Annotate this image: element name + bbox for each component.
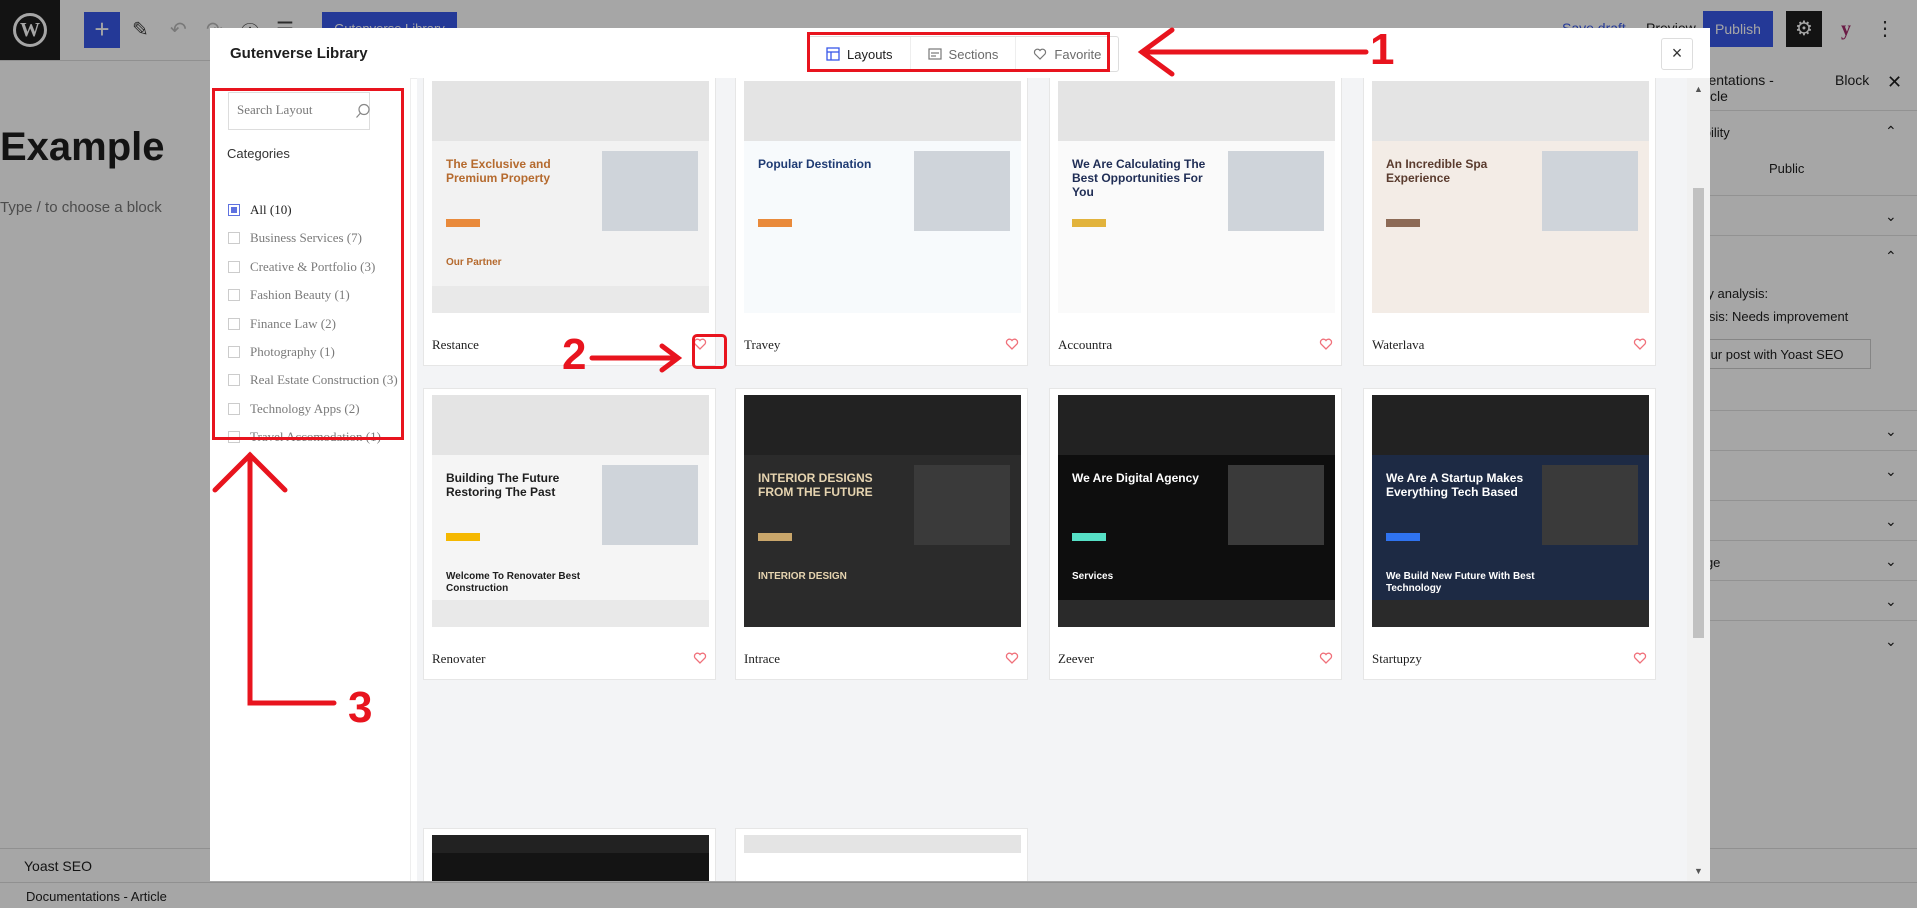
preview-strip bbox=[432, 286, 709, 313]
layout-preview-image[interactable]: The Exclusive and Premium Property Our Pa… bbox=[432, 81, 709, 313]
layout-preview-image[interactable]: Popular Destination bbox=[744, 81, 1021, 313]
layout-preview-image[interactable]: Building The Future Restoring The Past We… bbox=[432, 395, 709, 627]
gutenverse-library-modal: Gutenverse Library Layouts Sections Favo… bbox=[210, 28, 1710, 881]
layout-preview-image[interactable]: We Are Calculating The Best Opportunitie… bbox=[1058, 81, 1335, 313]
modal-title: Gutenverse Library bbox=[230, 45, 368, 62]
preview-headline: We Are A Startup Makes Everything Tech B… bbox=[1386, 471, 1524, 499]
preview-subheading: Welcome To Renovater Best Construction bbox=[446, 571, 581, 594]
layout-card[interactable]: The Exclusive and Premium Property Our Pa… bbox=[423, 78, 716, 366]
preview-strip bbox=[1372, 600, 1649, 627]
preview-headline: An Incredible Spa Experience bbox=[1386, 157, 1488, 185]
preview-hero bbox=[432, 81, 709, 141]
annotation-number: 2 bbox=[562, 330, 587, 379]
layout-name: Waterlava bbox=[1372, 337, 1425, 352]
preview-hero bbox=[744, 395, 1021, 455]
preview-headline: INTERIOR DESIGNS FROM THE FUTURE bbox=[758, 471, 873, 499]
preview-image-block bbox=[1542, 151, 1638, 231]
preview-image-block bbox=[1228, 465, 1324, 545]
preview-hero bbox=[432, 395, 709, 455]
annotation-box-filter bbox=[212, 88, 404, 440]
preview-button bbox=[1386, 533, 1420, 541]
preview-headline: The Exclusive and Premium Property bbox=[446, 157, 551, 185]
annotation-box-tabs bbox=[807, 32, 1110, 72]
layout-card[interactable]: An Incredible Spa Experience Waterlava bbox=[1363, 78, 1656, 366]
scroll-thumb[interactable] bbox=[1693, 188, 1704, 638]
layout-name: Renovater bbox=[432, 651, 486, 666]
layout-card[interactable]: We Are A Startup Makes Everything Tech B… bbox=[1363, 388, 1656, 680]
layout-name: Zeever bbox=[1058, 651, 1095, 666]
annotation-box-heart bbox=[692, 334, 727, 369]
preview-hero bbox=[1058, 395, 1335, 455]
preview-image-block bbox=[914, 151, 1010, 231]
preview-button bbox=[446, 533, 480, 541]
annotation-number: 1 bbox=[1370, 25, 1395, 74]
favorite-heart-icon[interactable] bbox=[693, 651, 707, 665]
preview-strip bbox=[1058, 600, 1335, 627]
layout-card[interactable] bbox=[735, 828, 1028, 881]
preview-hero bbox=[744, 835, 1021, 853]
scroll-up-icon[interactable]: ▲ bbox=[1694, 84, 1703, 94]
preview-image-block bbox=[914, 465, 1010, 545]
layout-card[interactable]: We Are Calculating The Best Opportunitie… bbox=[1049, 78, 1342, 366]
annotation-number: 3 bbox=[348, 683, 373, 732]
layout-preview-image[interactable]: We Are A Startup Makes Everything Tech B… bbox=[1372, 395, 1649, 627]
layout-preview-image[interactable] bbox=[744, 835, 1021, 881]
preview-strip bbox=[744, 600, 1021, 627]
layout-grid: The Exclusive and Premium Property Our Pa… bbox=[417, 78, 1687, 881]
favorite-heart-icon[interactable] bbox=[1633, 337, 1647, 351]
layout-name: Intrace bbox=[744, 651, 781, 666]
layout-name: Restance bbox=[432, 337, 479, 352]
layout-name: Travey bbox=[744, 337, 781, 352]
preview-headline: We Are Digital Agency bbox=[1072, 471, 1199, 485]
layout-card[interactable]: Popular Destination Travey bbox=[735, 78, 1028, 366]
preview-button bbox=[758, 219, 792, 227]
layout-preview-image[interactable]: We Are Digital Agency Services bbox=[1058, 395, 1335, 627]
favorite-heart-icon[interactable] bbox=[1319, 651, 1333, 665]
layout-preview-image[interactable]: INTERIOR DESIGNS FROM THE FUTURE INTERIOR… bbox=[744, 395, 1021, 627]
layout-preview-image[interactable]: An Incredible Spa Experience bbox=[1372, 81, 1649, 313]
preview-image-block bbox=[602, 151, 698, 231]
preview-button bbox=[758, 533, 792, 541]
scroll-down-icon[interactable]: ▼ bbox=[1694, 866, 1703, 876]
preview-hero bbox=[744, 81, 1021, 141]
preview-hero bbox=[432, 835, 709, 853]
preview-image-block bbox=[1542, 465, 1638, 545]
preview-hero bbox=[1058, 81, 1335, 141]
layout-name: Startupzy bbox=[1372, 651, 1422, 666]
layout-card[interactable] bbox=[423, 828, 716, 881]
favorite-heart-icon[interactable] bbox=[1005, 651, 1019, 665]
preview-subheading: Our Partner bbox=[446, 257, 502, 268]
preview-image-block bbox=[602, 465, 698, 545]
preview-headline: We Are Calculating The Best Opportunitie… bbox=[1072, 157, 1206, 199]
preview-image-block bbox=[1228, 151, 1324, 231]
modal-close-button[interactable]: × bbox=[1661, 38, 1693, 70]
preview-subheading: INTERIOR DESIGN bbox=[758, 571, 847, 582]
preview-headline: Popular Destination bbox=[758, 157, 872, 171]
layout-preview-image[interactable] bbox=[432, 835, 709, 881]
preview-subheading: We Build New Future With Best Technology bbox=[1386, 571, 1535, 594]
layout-card[interactable]: We Are Digital Agency Services Zeever bbox=[1049, 388, 1342, 680]
favorite-heart-icon[interactable] bbox=[1319, 337, 1333, 351]
preview-hero bbox=[1372, 395, 1649, 455]
favorite-heart-icon[interactable] bbox=[1005, 337, 1019, 351]
preview-button bbox=[1072, 533, 1106, 541]
preview-strip bbox=[432, 600, 709, 627]
preview-button bbox=[1072, 219, 1106, 227]
preview-hero bbox=[1372, 81, 1649, 141]
preview-headline: Building The Future Restoring The Past bbox=[446, 471, 560, 499]
scrollbar[interactable]: ▲ ▼ bbox=[1687, 78, 1710, 881]
layout-card[interactable]: INTERIOR DESIGNS FROM THE FUTURE INTERIOR… bbox=[735, 388, 1028, 680]
preview-subheading: Services bbox=[1072, 571, 1114, 582]
layout-card[interactable]: Building The Future Restoring The Past We… bbox=[423, 388, 716, 680]
layout-name: Accountra bbox=[1058, 337, 1113, 352]
preview-button bbox=[1386, 219, 1420, 227]
preview-button bbox=[446, 219, 480, 227]
favorite-heart-icon[interactable] bbox=[1633, 651, 1647, 665]
